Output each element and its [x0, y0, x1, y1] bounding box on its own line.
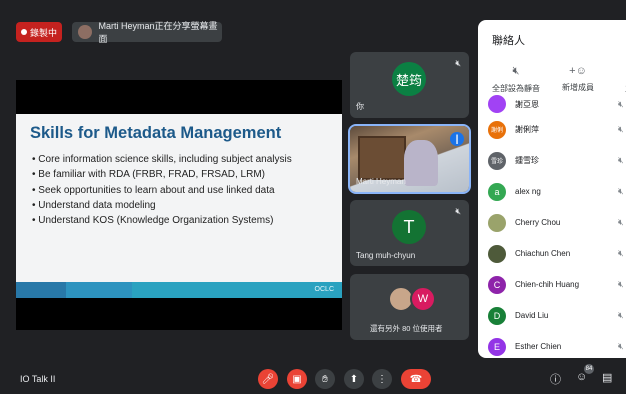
mic-off-icon: 🔇︎ [618, 248, 624, 258]
host-controls-icon: ⚙︎ [603, 65, 626, 78]
mute-all-icon: 🔇︎ [512, 65, 520, 77]
avatar: a [488, 182, 506, 201]
slide-bullet: Seek opportunities to learn about and us… [32, 183, 292, 198]
presenting-banner[interactable]: Marti Heyman正在分享螢幕畫面 [72, 21, 222, 44]
meeting-name: IO Talk II [20, 374, 56, 384]
mute-all-button[interactable]: 🔇︎ 全部設為靜音 [486, 65, 546, 94]
presenter-avatar [78, 25, 92, 39]
mic-off-icon: 🔇︎ [618, 155, 624, 165]
participant-name: Cherry Chou [515, 218, 561, 227]
record-dot-icon [20, 29, 27, 35]
recording-label: 錄製中 [29, 27, 57, 38]
mic-off-icon: 🔇︎ [618, 217, 624, 227]
slide-bullet: Core information science skills, includi… [32, 152, 291, 167]
list-item[interactable]: 謝亞恩 🔇︎ [488, 94, 626, 114]
mic-off-icon: 🔇︎ [455, 58, 461, 68]
speaker-name: Marti Heyman [356, 177, 406, 186]
tang-avatar: T [392, 210, 426, 244]
slide-bullet: Be familiar with RDA (FRBR, FRAD, FRSAD,… [32, 167, 292, 182]
leave-call-button[interactable]: ☎︎ [401, 369, 431, 389]
presenting-text: Marti Heyman正在分享螢幕畫面 [98, 21, 218, 44]
slide-bullet: Understand data modeling [32, 198, 292, 213]
speaker-figure [404, 140, 438, 186]
mic-off-icon: 🔇︎ [618, 98, 624, 109]
avatar [488, 244, 506, 263]
chat-icon[interactable]: ▤ [602, 371, 612, 384]
participant-name: David Liu [515, 311, 549, 320]
list-item[interactable]: Chiachun Chen 🔇︎ [488, 238, 626, 269]
avatar: 雪珍 [488, 151, 506, 170]
slide-bullet: Understand KOS (Knowledge Organization S… [32, 213, 292, 228]
avatar: C [488, 275, 506, 294]
mic-off-icon: 🔇︎ [455, 206, 461, 216]
footer-segment [16, 282, 66, 298]
mute-all-label: 全部設為靜音 [492, 84, 540, 93]
mic-off-icon: 🔇︎ [618, 341, 624, 351]
slide-title: Skills for Metadata Management [30, 124, 282, 142]
shared-screen: Skills for Metadata Management Core info… [16, 80, 342, 330]
avatar: 謝俐 [488, 120, 506, 139]
hang-up-icon: ☎︎ [409, 373, 423, 385]
avatar [488, 213, 506, 232]
info-icon[interactable]: ⓘ [550, 371, 561, 387]
mic-toggle-button[interactable]: 🎤︎ [258, 369, 278, 389]
bookshelf [358, 136, 406, 180]
camera-toggle-button[interactable]: ▣ [287, 369, 307, 389]
participant-name: 鍾雪珍 [515, 156, 539, 165]
raise-hand-button[interactable]: ✋︎ [315, 369, 335, 389]
list-item[interactable]: Cherry Chou 🔇︎ [488, 207, 626, 238]
add-person-icon: +☺︎ [569, 65, 587, 77]
participant-list: 謝亞恩 🔇︎ 謝俐 謝俐萍 🔇︎ 雪珍 鍾雪珍 🔇︎ a alex ng 🔇︎ … [488, 95, 626, 358]
others-count-text: 還有另外 80 位使用者 [370, 324, 443, 333]
present-screen-icon: ⬆ [349, 373, 359, 385]
participant-name: Chiachun Chen [515, 249, 571, 258]
others-avatar: W [410, 286, 436, 312]
avatar: E [488, 337, 506, 356]
list-item[interactable]: 雪珍 鍾雪珍 🔇︎ [488, 145, 626, 176]
mic-off-icon: 🔇︎ [618, 310, 624, 320]
more-vert-icon: ⋮ [377, 373, 387, 385]
list-item[interactable]: D David Liu 🔇︎ [488, 300, 626, 331]
panel-title: 聯絡人 [492, 35, 525, 47]
present-button[interactable]: ⬆ [344, 369, 364, 389]
mic-off-icon: 🔇︎ [618, 124, 624, 134]
list-item[interactable]: E Esther Chien 🔇︎ [488, 331, 626, 358]
slide-bullets: Core information science skills, includi… [32, 152, 292, 228]
host-controls-button[interactable]: ⚙︎ 主辦 [603, 65, 626, 94]
avatar: D [488, 306, 506, 325]
footer-segment [66, 282, 132, 298]
camera-off-icon: ▣ [292, 373, 302, 385]
tang-name: Tang muh-chyun [356, 251, 416, 260]
participant-name: alex ng [515, 187, 541, 196]
self-name: 你 [356, 102, 364, 111]
slide-footer-bar: OCLC [16, 282, 342, 298]
participant-name: 謝亞恩 [515, 99, 539, 109]
others-tile[interactable]: W 還有另外 80 位使用者 [350, 274, 469, 340]
recording-badge: 錄製中 [16, 22, 62, 42]
self-avatar: 楚筠 [392, 62, 426, 96]
participant-name: Esther Chien [515, 342, 562, 351]
mic-off-icon: 🔇︎ [618, 279, 624, 289]
add-people-label: 新增成員 [562, 83, 594, 92]
tang-tile[interactable]: 🔇︎ T Tang muh-chyun [350, 200, 469, 266]
people-panel: 聯絡人 🔇︎ 全部設為靜音 +☺︎ 新增成員 ⚙︎ 主辦 謝亞恩 🔇︎ 謝俐 謝… [478, 20, 626, 358]
add-people-button[interactable]: +☺︎ 新增成員 [548, 65, 608, 93]
participant-name: Chien-chih Huang [515, 280, 580, 289]
participant-name: 謝俐萍 [515, 125, 539, 134]
mic-off-icon: 🔇︎ [618, 186, 624, 196]
speaking-indicator-icon: ┃ [450, 132, 464, 146]
participant-count-badge: 84 [584, 364, 594, 374]
list-item[interactable]: 謝俐 謝俐萍 🔇︎ [488, 114, 626, 145]
self-tile[interactable]: 🔇︎ 楚筠 你 [350, 52, 469, 118]
mic-off-icon: 🎤︎ [261, 373, 275, 385]
list-item[interactable]: C Chien-chih Huang 🔇︎ [488, 269, 626, 300]
presentation-slide: Skills for Metadata Management Core info… [16, 114, 342, 298]
list-item[interactable]: a alex ng 🔇︎ [488, 176, 626, 207]
speaker-tile[interactable]: ┃ Marti Heyman [348, 124, 471, 194]
avatar [488, 95, 506, 113]
more-options-button[interactable]: ⋮ [372, 369, 392, 389]
hand-icon: ✋︎ [322, 373, 328, 385]
oclc-logo: OCLC [314, 286, 334, 293]
